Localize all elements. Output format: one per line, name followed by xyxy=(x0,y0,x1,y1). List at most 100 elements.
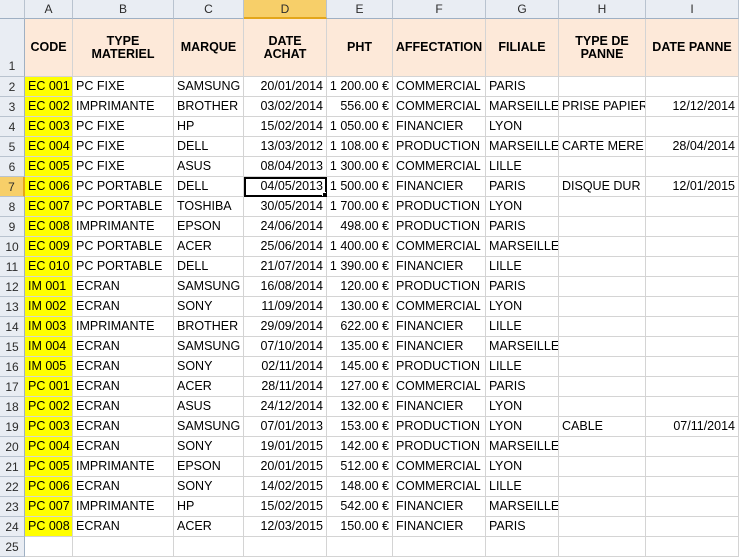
table-cell[interactable]: CABLE xyxy=(559,417,646,437)
table-cell[interactable]: PC 008 xyxy=(25,517,73,537)
table-cell[interactable]: TOSHIBA xyxy=(174,197,244,217)
row-number[interactable]: 20 xyxy=(0,437,25,457)
table-cell[interactable]: PRISE PAPIER xyxy=(559,97,646,117)
table-cell[interactable]: LILLE xyxy=(486,357,559,377)
table-cell[interactable]: PC 006 xyxy=(25,477,73,497)
table-cell[interactable]: 1 700.00 € xyxy=(327,197,393,217)
table-cell[interactable]: MARSEILLE xyxy=(486,497,559,517)
row-number[interactable]: 17 xyxy=(0,377,25,397)
table-cell[interactable]: MARSEILLE xyxy=(486,237,559,257)
table-cell[interactable]: COMMERCIAL xyxy=(393,377,486,397)
row-number[interactable]: 6 xyxy=(0,157,25,177)
table-cell[interactable]: SONY xyxy=(174,297,244,317)
table-cell[interactable]: FINANCIER xyxy=(393,517,486,537)
table-cell[interactable]: 14/02/2015 xyxy=(244,477,327,497)
table-cell[interactable]: COMMERCIAL xyxy=(393,297,486,317)
row-number[interactable]: 3 xyxy=(0,97,25,117)
table-cell[interactable]: ECRAN xyxy=(73,297,174,317)
table-cell[interactable]: PRODUCTION xyxy=(393,417,486,437)
table-cell[interactable]: LILLE xyxy=(486,317,559,337)
table-cell[interactable]: 1 500.00 € xyxy=(327,177,393,197)
table-cell[interactable]: PARIS xyxy=(486,77,559,97)
header-cell[interactable]: AFFECTATION xyxy=(393,19,486,77)
table-cell[interactable]: 25/06/2014 xyxy=(244,237,327,257)
column-header-a[interactable]: A xyxy=(25,0,73,19)
table-cell[interactable]: 1 200.00 € xyxy=(327,77,393,97)
header-cell[interactable]: MARQUE xyxy=(174,19,244,77)
table-cell[interactable]: ECRAN xyxy=(73,417,174,437)
table-cell[interactable]: IM 003 xyxy=(25,317,73,337)
row-number[interactable]: 25 xyxy=(0,537,25,557)
table-cell[interactable]: 07/11/2014 xyxy=(646,417,739,437)
table-cell[interactable]: DELL xyxy=(174,177,244,197)
table-cell[interactable]: 19/01/2015 xyxy=(244,437,327,457)
table-cell[interactable]: PC 007 xyxy=(25,497,73,517)
table-cell[interactable] xyxy=(559,337,646,357)
table-cell[interactable]: 142.00 € xyxy=(327,437,393,457)
table-cell[interactable]: HP xyxy=(174,117,244,137)
row-number[interactable]: 13 xyxy=(0,297,25,317)
column-header-c[interactable]: C xyxy=(174,0,244,19)
table-cell[interactable]: 1 400.00 € xyxy=(327,237,393,257)
table-cell[interactable]: LILLE xyxy=(486,257,559,277)
table-cell[interactable] xyxy=(559,217,646,237)
table-cell[interactable] xyxy=(559,377,646,397)
table-cell[interactable] xyxy=(646,237,739,257)
table-cell[interactable]: DELL xyxy=(174,257,244,277)
table-cell[interactable] xyxy=(174,537,244,557)
table-cell[interactable] xyxy=(559,437,646,457)
table-cell[interactable]: ECRAN xyxy=(73,517,174,537)
table-cell[interactable] xyxy=(646,477,739,497)
column-header-d[interactable]: D xyxy=(244,0,327,19)
table-cell[interactable] xyxy=(559,77,646,97)
table-cell[interactable] xyxy=(559,477,646,497)
table-cell[interactable]: EC 002 xyxy=(25,97,73,117)
table-cell[interactable]: 13/03/2012 xyxy=(244,137,327,157)
table-cell[interactable]: 03/02/2014 xyxy=(244,97,327,117)
table-cell[interactable]: IMPRIMANTE xyxy=(73,217,174,237)
table-cell[interactable]: LYON xyxy=(486,457,559,477)
table-cell[interactable]: 11/09/2014 xyxy=(244,297,327,317)
header-cell[interactable]: PHT xyxy=(327,19,393,77)
table-cell[interactable]: 15/02/2015 xyxy=(244,497,327,517)
row-number[interactable]: 4 xyxy=(0,117,25,137)
table-cell[interactable]: 24/06/2014 xyxy=(244,217,327,237)
table-cell[interactable]: 24/12/2014 xyxy=(244,397,327,417)
table-cell[interactable]: 1 390.00 € xyxy=(327,257,393,277)
table-cell[interactable]: LYON xyxy=(486,397,559,417)
table-cell[interactable]: PRODUCTION xyxy=(393,277,486,297)
row-number[interactable]: 21 xyxy=(0,457,25,477)
table-cell[interactable] xyxy=(559,297,646,317)
table-cell[interactable]: 28/04/2014 xyxy=(646,137,739,157)
table-cell[interactable]: 21/07/2014 xyxy=(244,257,327,277)
table-cell[interactable]: 12/01/2015 xyxy=(646,177,739,197)
row-number[interactable]: 15 xyxy=(0,337,25,357)
table-cell[interactable]: MARSEILLE xyxy=(486,97,559,117)
table-cell[interactable] xyxy=(646,357,739,377)
table-cell[interactable]: LYON xyxy=(486,117,559,137)
row-number[interactable]: 11 xyxy=(0,257,25,277)
table-cell[interactable]: 1 050.00 € xyxy=(327,117,393,137)
table-cell[interactable]: ACER xyxy=(174,237,244,257)
table-cell[interactable]: 07/01/2013 xyxy=(244,417,327,437)
table-cell[interactable]: 130.00 € xyxy=(327,297,393,317)
row-number[interactable]: 23 xyxy=(0,497,25,517)
table-cell[interactable]: ECRAN xyxy=(73,337,174,357)
header-cell[interactable]: CODE xyxy=(25,19,73,77)
table-cell[interactable] xyxy=(559,517,646,537)
table-cell[interactable]: 127.00 € xyxy=(327,377,393,397)
table-cell[interactable]: BROTHER xyxy=(174,97,244,117)
table-cell[interactable]: PC PORTABLE xyxy=(73,237,174,257)
table-cell[interactable] xyxy=(559,457,646,477)
table-cell[interactable]: 132.00 € xyxy=(327,397,393,417)
table-cell[interactable]: LYON xyxy=(486,417,559,437)
table-cell[interactable]: 145.00 € xyxy=(327,357,393,377)
table-cell[interactable]: 15/02/2014 xyxy=(244,117,327,137)
table-cell[interactable]: 29/09/2014 xyxy=(244,317,327,337)
table-cell[interactable]: 12/03/2015 xyxy=(244,517,327,537)
row-number[interactable]: 9 xyxy=(0,217,25,237)
row-number[interactable]: 8 xyxy=(0,197,25,217)
table-cell[interactable]: ECRAN xyxy=(73,397,174,417)
table-cell[interactable]: PRODUCTION xyxy=(393,137,486,157)
table-cell[interactable] xyxy=(559,537,646,557)
